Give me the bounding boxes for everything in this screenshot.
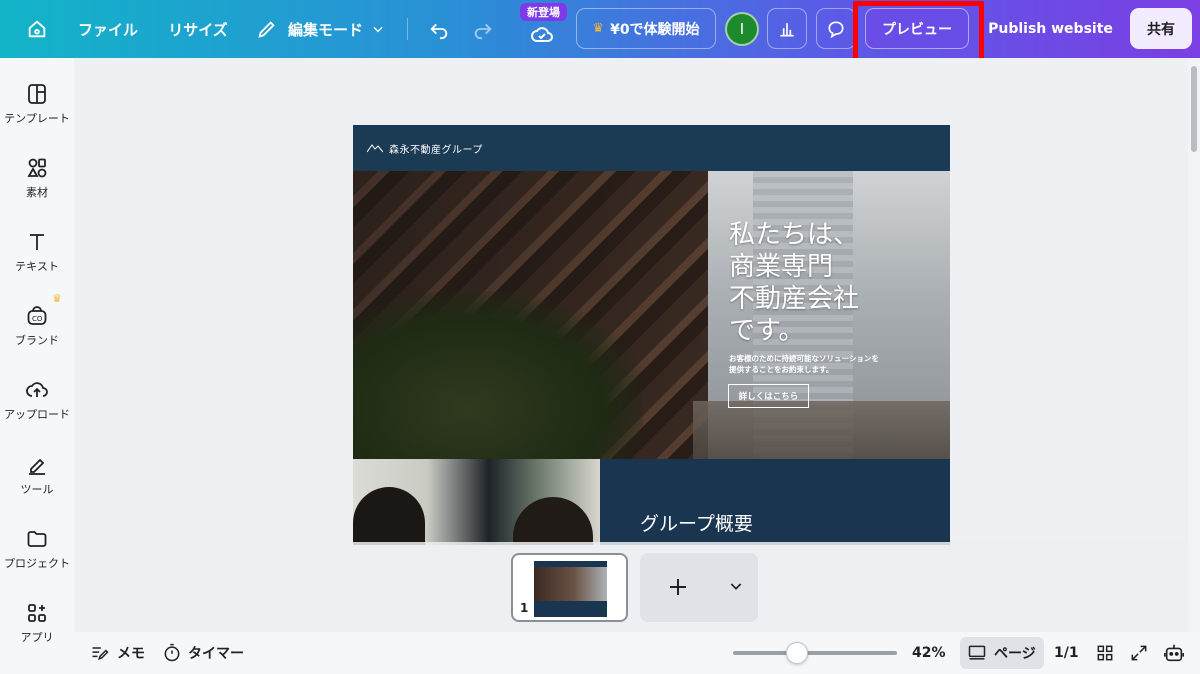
- add-page-button[interactable]: [666, 575, 690, 603]
- notes-button[interactable]: メモ: [89, 632, 145, 674]
- left-sidebar: テンプレート 素材 テキスト CO ブランド アップロード ツール プロジェクト…: [0, 58, 74, 674]
- trial-button[interactable]: ♛ ¥0で体験開始: [576, 8, 716, 49]
- avatar[interactable]: I: [725, 12, 759, 46]
- page-strip: [352, 542, 1188, 632]
- chevron-down-icon: [373, 26, 383, 33]
- timer-label: タイマー: [188, 646, 244, 662]
- hero-cta-button[interactable]: 詳しくはこちら: [728, 384, 809, 408]
- page-view-label: ページ: [994, 646, 1036, 662]
- mountain-logo-icon: [367, 144, 383, 153]
- undo-button[interactable]: [425, 0, 453, 58]
- tools-icon: [29, 458, 45, 475]
- share-button[interactable]: 共有: [1130, 8, 1192, 49]
- file-menu[interactable]: ファイル: [76, 0, 140, 58]
- robot-icon: [1164, 644, 1184, 662]
- upload-icon: [26, 382, 48, 397]
- add-page-options[interactable]: [728, 578, 744, 598]
- thumbnail-hero: [534, 567, 607, 601]
- text-icon: [30, 234, 44, 250]
- page-view-toggle[interactable]: ページ: [960, 637, 1044, 669]
- brand-icon: CO: [27, 306, 47, 325]
- sidebar-item-apps[interactable]: アプリ: [0, 601, 74, 645]
- zoom-slider-thumb[interactable]: [786, 642, 808, 664]
- sidebar-item-tools[interactable]: ツール: [0, 453, 74, 497]
- grid-view-button[interactable]: [1095, 632, 1115, 674]
- grid-icon: [1097, 645, 1113, 661]
- sidebar-item-label: プロジェクト: [4, 557, 70, 570]
- notes-icon: [92, 647, 109, 661]
- toolbar-divider: [407, 18, 408, 40]
- home-icon: [28, 20, 46, 38]
- apps-icon: [28, 604, 46, 622]
- insights-button[interactable]: [767, 8, 807, 49]
- sidebar-item-label: ブランド: [15, 334, 59, 347]
- site-logo-text[interactable]: 森永不動産グループ: [389, 141, 483, 156]
- edit-mode-label: 編集モード: [288, 20, 364, 39]
- crown-icon: ♛: [52, 292, 62, 305]
- sidebar-item-brand[interactable]: CO ブランド: [0, 304, 74, 348]
- elements-icon: [27, 158, 47, 178]
- edit-mode-dropdown[interactable]: 編集モード: [256, 0, 388, 58]
- cloud-check-icon: [531, 27, 553, 42]
- hero-subtitle[interactable]: お客様のために持続可能なソリューションを 提供することをお約束します。: [729, 353, 879, 375]
- new-badge: 新登場: [520, 3, 567, 21]
- sidebar-item-text[interactable]: テキスト: [0, 230, 74, 274]
- sidebar-item-label: テキスト: [15, 260, 59, 273]
- site-header[interactable]: 森永不動産グループ: [353, 125, 950, 171]
- add-page-group: [640, 553, 758, 622]
- svg-text:CO: CO: [32, 315, 43, 323]
- page-thumbnail[interactable]: 1: [511, 553, 628, 622]
- sidebar-item-projects[interactable]: プロジェクト: [0, 527, 74, 571]
- sidebar-item-label: アップロード: [4, 408, 70, 421]
- home-button[interactable]: [22, 0, 52, 58]
- folder-icon: [27, 531, 47, 547]
- sidebar-item-uploads[interactable]: アップロード: [0, 378, 74, 422]
- sidebar-item-label: 素材: [26, 186, 48, 199]
- timer-icon: [164, 643, 180, 662]
- scroll-thumb[interactable]: [1191, 66, 1197, 152]
- crown-icon: ♛: [592, 21, 605, 36]
- section-title[interactable]: グループ概要: [640, 509, 753, 536]
- trial-label: ¥0で体験開始: [610, 21, 700, 38]
- chevron-down-icon: [730, 583, 742, 590]
- top-toolbar: ファイル リサイズ 編集モード 新登場 ♛ ¥0で体験開始 I プレビュー Pu…: [0, 0, 1200, 58]
- hero-title[interactable]: 私たちは、 商業専門 不動産会社 です。: [729, 219, 859, 347]
- comment-button[interactable]: [816, 8, 856, 49]
- pencil-icon: [258, 21, 275, 38]
- thumbnail-preview: [534, 561, 607, 617]
- bar-chart-icon: [780, 22, 794, 36]
- resize-menu[interactable]: リサイズ: [166, 0, 230, 58]
- timer-button[interactable]: タイマー: [162, 632, 244, 674]
- template-icon: [28, 84, 46, 104]
- sidebar-item-label: ツール: [20, 483, 54, 496]
- page-count[interactable]: 1/1: [1054, 632, 1079, 674]
- undo-icon: [430, 23, 448, 40]
- sidebar-item-templates[interactable]: テンプレート: [0, 82, 74, 126]
- sidebar-item-label: アプリ: [20, 631, 54, 644]
- sidebar-item-elements[interactable]: 素材: [0, 156, 74, 200]
- hero-building-base: [693, 401, 950, 459]
- redo-button[interactable]: [469, 0, 497, 58]
- notes-label: メモ: [117, 646, 145, 662]
- assistant-button[interactable]: [1162, 632, 1186, 674]
- page-number: 1: [520, 601, 529, 615]
- page-view-icon: [968, 645, 986, 660]
- redo-icon: [474, 23, 492, 40]
- vertical-scrollbar[interactable]: [1188, 58, 1200, 632]
- zoom-value[interactable]: 42%: [912, 632, 946, 674]
- fullscreen-button[interactable]: [1129, 632, 1149, 674]
- publish-website-button[interactable]: Publish website: [983, 8, 1118, 49]
- design-page[interactable]: 森永不動産グループ 私たちは、 商業専門 不動産会社 です。 お客様のために持続…: [353, 125, 950, 545]
- expand-icon: [1131, 645, 1147, 661]
- plus-icon: [670, 579, 686, 595]
- sidebar-item-label: テンプレート: [4, 112, 70, 125]
- hero-tree: [353, 291, 643, 459]
- comment-icon: [828, 20, 844, 38]
- hero-image[interactable]: 私たちは、 商業専門 不動産会社 です。 お客様のために持続可能なソリューション…: [353, 171, 950, 459]
- zoom-slider-track[interactable]: [733, 651, 897, 655]
